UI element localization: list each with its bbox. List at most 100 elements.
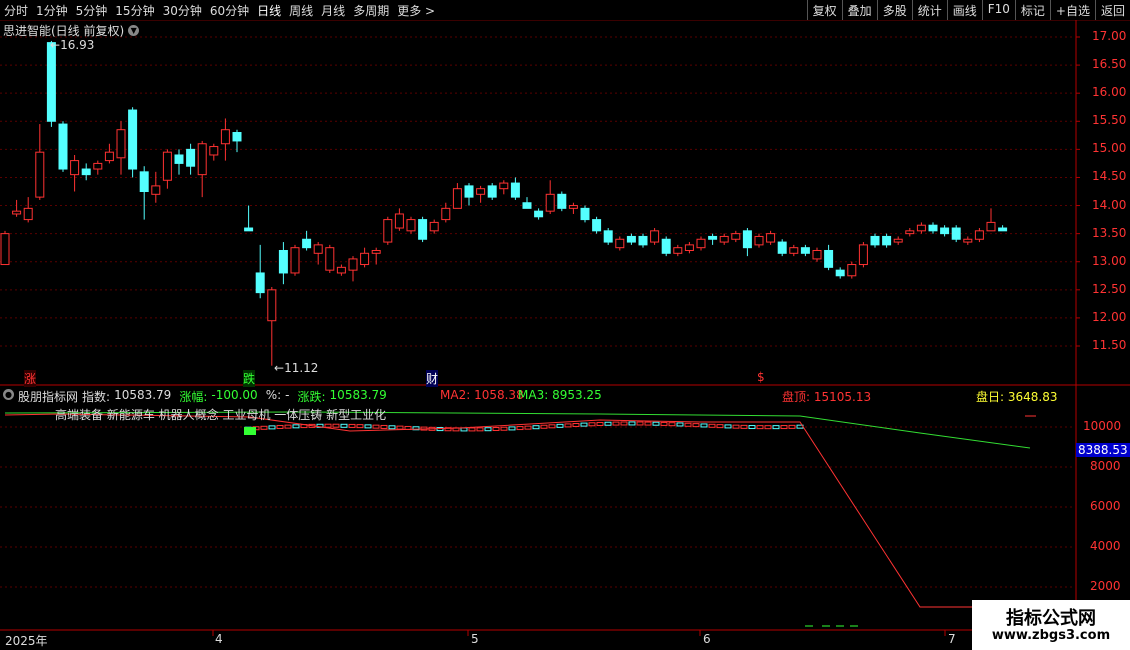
- candle-body: [974, 230, 984, 240]
- candlestick: [696, 236, 706, 251]
- date-label: 5: [471, 632, 479, 646]
- ma3-readout: MA3: 8953.25: [518, 388, 602, 402]
- event-marker-finance[interactable]: 财: [426, 370, 439, 387]
- indicator-bar: [780, 425, 788, 430]
- candle-body: [568, 205, 578, 209]
- candlestick: [812, 247, 822, 262]
- indicator-bar-highlight: [244, 427, 256, 435]
- candlestick: [603, 228, 613, 245]
- indicator-bar: [276, 424, 284, 429]
- candle-body: [139, 171, 149, 193]
- indicator-bar: [788, 424, 796, 429]
- ma3-value: 8953.25: [552, 388, 602, 402]
- price-tick-label: 17.00: [1092, 29, 1127, 43]
- kline-chart[interactable]: [0, 0, 1130, 650]
- candle-body: [209, 146, 219, 156]
- gear-icon[interactable]: ●: [3, 389, 14, 400]
- candle-body: [708, 235, 718, 240]
- candle-body: [406, 219, 416, 232]
- event-marker-up[interactable]: 涨: [24, 370, 37, 387]
- pct-sign-value: -: [285, 388, 290, 402]
- candle-body: [186, 148, 196, 167]
- candlestick: [267, 287, 277, 366]
- candle-body: [870, 235, 880, 246]
- candle-body: [742, 230, 752, 249]
- candle-body: [302, 238, 312, 249]
- candlestick: [464, 183, 474, 206]
- candlestick: [394, 208, 404, 231]
- candle-body: [522, 202, 532, 209]
- change-value: 10583.79: [329, 388, 387, 402]
- candlestick: [360, 247, 370, 268]
- candlestick: [81, 163, 91, 181]
- date-label: 2025年: [5, 634, 48, 648]
- candle-body: [882, 235, 892, 246]
- candle-body: [93, 162, 103, 170]
- indicator-bar: [548, 424, 556, 429]
- candlestick: [371, 247, 381, 265]
- candle-body: [824, 249, 834, 268]
- candle-body: [847, 264, 857, 277]
- candlestick: [580, 205, 590, 223]
- candlestick: [534, 208, 544, 220]
- candlestick: [882, 233, 892, 248]
- candle-body: [81, 168, 91, 176]
- candlestick: [325, 244, 335, 273]
- candlestick: [742, 228, 752, 257]
- indicator-tick-label: 8000: [1090, 459, 1121, 473]
- candle-body: [418, 219, 428, 240]
- candle-body: [684, 244, 694, 251]
- chevron-down-icon[interactable]: ▼: [128, 25, 140, 36]
- concepts-text: 高端装备 新能源车 机器人概念 工业母机 一体压铸 新型工业化: [55, 408, 387, 422]
- indicator-bar: [684, 422, 692, 427]
- indicator-bar: [372, 424, 380, 429]
- indicator-bar: [468, 427, 476, 432]
- candlestick: [557, 191, 567, 212]
- indicator-bar: [732, 424, 740, 429]
- current-value-tag: 8388.53: [1076, 443, 1130, 457]
- indicator-bar: [556, 423, 564, 428]
- candle-body: [313, 244, 323, 254]
- candlestick: [139, 166, 149, 220]
- low-price-value: 11.12: [284, 361, 319, 375]
- indicator-bar: [396, 425, 404, 430]
- candlestick: [278, 242, 288, 285]
- candle-body: [510, 182, 520, 198]
- indicator-bar: [340, 423, 348, 428]
- candle-body: [754, 235, 764, 246]
- candlestick: [708, 233, 718, 245]
- date-label: 6: [703, 632, 711, 646]
- indicator-bar: [740, 424, 748, 429]
- candlestick: [661, 236, 671, 257]
- candle-body: [534, 210, 544, 218]
- candlestick: [104, 143, 114, 164]
- candle-body: [464, 185, 474, 198]
- candle-body: [383, 219, 393, 243]
- event-marker-down[interactable]: 跌: [243, 370, 256, 387]
- candlestick: [916, 222, 926, 234]
- event-marker-dollar[interactable]: $: [757, 370, 765, 384]
- candlestick: [302, 230, 312, 251]
- candlestick: [290, 244, 300, 276]
- candle-body: [476, 188, 486, 195]
- indicator-bar: [660, 421, 668, 426]
- candlestick: [232, 129, 242, 153]
- candlestick: [847, 261, 857, 279]
- stock-title: 思进智能(日线 前复权) ▼: [3, 22, 140, 39]
- indicator-bar: [580, 422, 588, 427]
- indicator-bar: [268, 425, 276, 430]
- price-tick-label: 15.50: [1092, 113, 1127, 128]
- candle-body: [244, 227, 254, 232]
- candlestick: [46, 40, 56, 127]
- indicator-bar: [668, 422, 676, 427]
- candlestick: [974, 228, 984, 243]
- candlestick: [151, 171, 161, 203]
- indicator-bar: [676, 422, 684, 427]
- candlestick: [905, 228, 915, 237]
- indicator-bar: [652, 421, 660, 426]
- candle-body: [777, 241, 787, 254]
- top-label: 盘顶:: [782, 390, 811, 404]
- candle-body: [371, 249, 381, 254]
- price-tick-label: 12.00: [1092, 309, 1127, 324]
- indicator-tick-label: 10000: [1083, 419, 1122, 433]
